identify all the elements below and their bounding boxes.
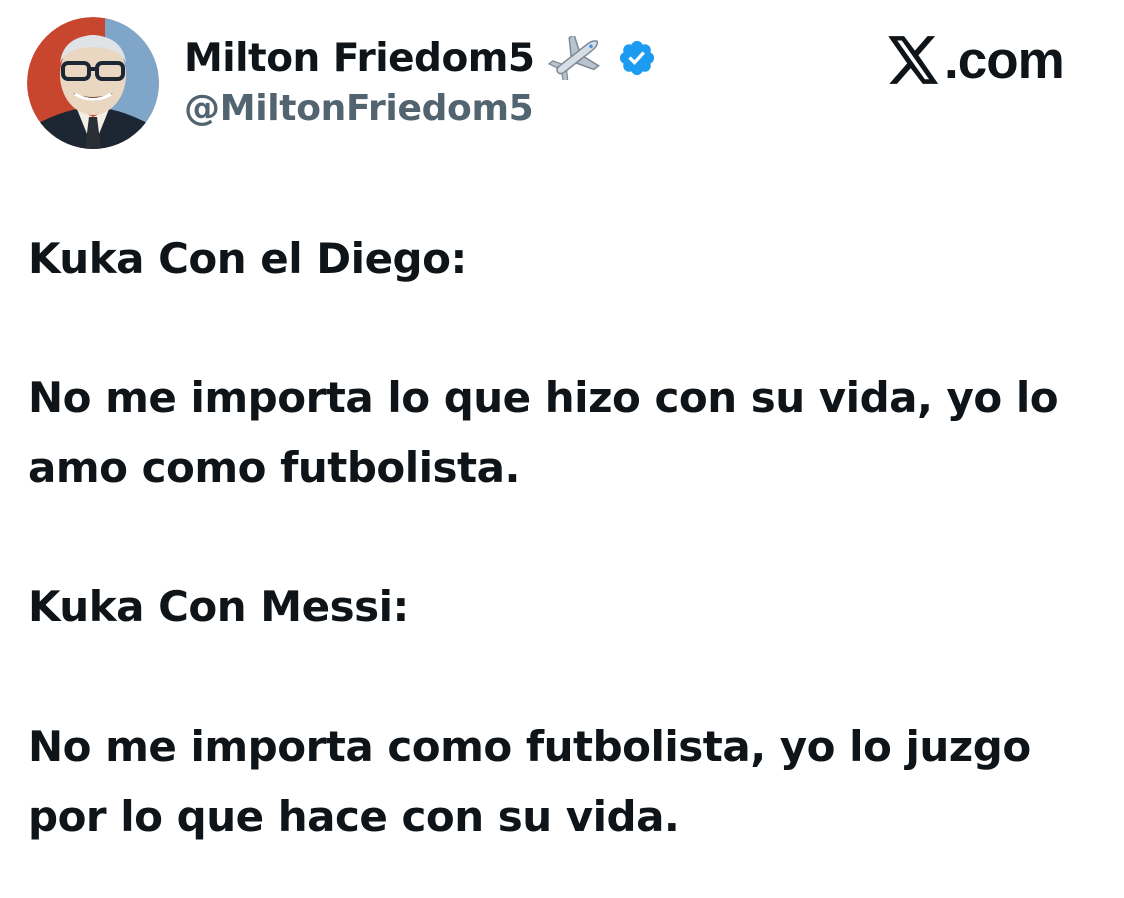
tweet-text-line: por lo que hace con su vida. — [28, 792, 680, 841]
tweet-text-line: Kuka Con el Diego: — [28, 234, 467, 283]
brand-watermark[interactable]: .com — [888, 30, 1065, 90]
verified-badge-icon[interactable] — [617, 38, 657, 78]
brand-text: .com — [944, 30, 1065, 90]
author-display-name[interactable]: Milton Friedom5 — [184, 36, 535, 81]
tweet-card: Milton Friedom5 @MiltonFriedom5 .com Kuk… — [0, 0, 1124, 898]
author-handle[interactable]: @MiltonFriedom5 — [184, 88, 534, 129]
avatar[interactable] — [27, 17, 159, 149]
tweet-text-line: No me importa como futbolista, yo lo juz… — [28, 722, 1031, 771]
tweet-text-line: Kuka Con Messi: — [28, 582, 409, 631]
x-logo-icon — [888, 36, 939, 84]
tweet-text-line: amo como futbolista. — [28, 443, 520, 492]
author-name-row: Milton Friedom5 — [184, 33, 657, 83]
avatar-portrait-image — [27, 17, 159, 149]
tweet-text-line: No me importa lo que hizo con su vida, y… — [28, 373, 1059, 422]
airplane-emoji-icon — [547, 36, 600, 80]
